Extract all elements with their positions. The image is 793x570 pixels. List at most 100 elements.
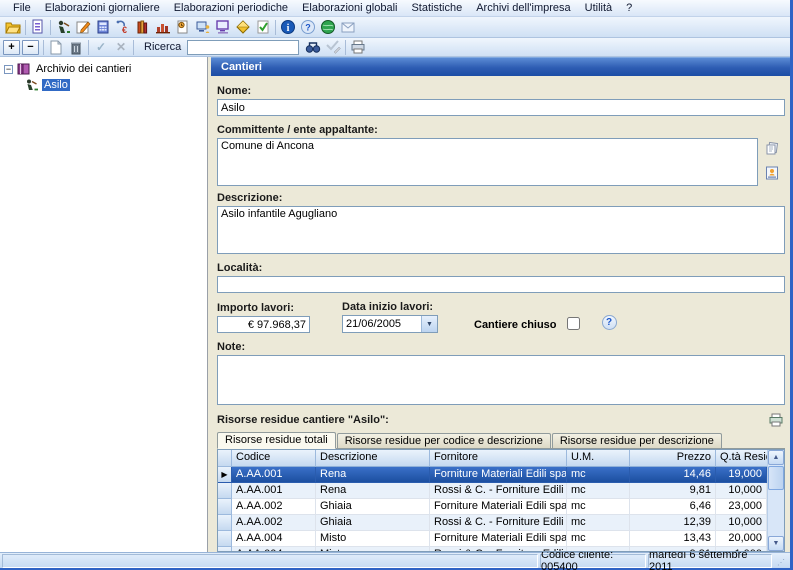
edit-icon[interactable]: [73, 18, 93, 36]
table-cell: Misto: [316, 531, 430, 547]
books-icon[interactable]: [133, 18, 153, 36]
table-cell: Rena: [316, 483, 430, 499]
bar-chart-icon[interactable]: [153, 18, 173, 36]
cancel-icon[interactable]: ✕: [111, 38, 131, 56]
importo-label: Importo lavori:: [217, 302, 310, 314]
col-prezzo[interactable]: Prezzo: [630, 450, 716, 467]
table-cell: 10,000: [716, 515, 767, 531]
add-button[interactable]: +: [3, 40, 20, 55]
menu-file[interactable]: File: [6, 1, 38, 15]
collapse-icon[interactable]: −: [4, 65, 13, 74]
descrizione-textarea[interactable]: Asilo infantile Agugliano: [217, 206, 785, 254]
header-indicator-cell: [218, 450, 232, 467]
resources-table-body: ▶A.AA.001RenaForniture Materiali Edili s…: [218, 467, 767, 551]
note-textarea[interactable]: [217, 355, 785, 405]
clock-document-icon[interactable]: [173, 18, 193, 36]
menu-elaborazioni-globali[interactable]: Elaborazioni globali: [295, 1, 404, 15]
scroll-up-icon[interactable]: ▲: [768, 450, 784, 465]
menu-utilita[interactable]: Utilità: [578, 1, 620, 15]
new-record-icon[interactable]: [46, 38, 66, 56]
find-binoculars-icon[interactable]: [303, 38, 323, 56]
table-row[interactable]: A.AA.001RenaRossi & C. - Forniture Edili…: [218, 483, 767, 499]
table-cell: 13,43: [630, 531, 716, 547]
data-inizio-combo[interactable]: 21/06/2005 ▼: [342, 315, 438, 333]
table-row[interactable]: A.AA.002GhiaiaRossi & C. - Forniture Edi…: [218, 515, 767, 531]
table-cell: 14,46: [630, 467, 716, 483]
table-cell: 10,000: [716, 483, 767, 499]
table-cell: 6,46: [630, 499, 716, 515]
committente-textarea[interactable]: Comune di Ancona: [217, 138, 758, 186]
table-row[interactable]: ▶A.AA.001RenaForniture Materiali Edili s…: [218, 467, 767, 483]
row-indicator: [218, 499, 232, 515]
row-indicator: [218, 483, 232, 499]
diamond-icon[interactable]: [233, 18, 253, 36]
document-icon[interactable]: [28, 18, 48, 36]
row-indicator: [218, 547, 232, 551]
tab-risorse-codice-descrizione[interactable]: Risorse residue per codice e descrizione: [337, 433, 551, 448]
tab-risorse-descrizione[interactable]: Risorse residue per descrizione: [552, 433, 722, 448]
table-cell: mc: [567, 515, 630, 531]
col-um[interactable]: U.M.: [567, 450, 630, 467]
statusbar-date: martedì 6 settembre 2011: [648, 554, 772, 568]
tree-root-label: Archivio dei cantieri: [34, 63, 133, 75]
col-qta-residua[interactable]: Q.tà Residua: [716, 450, 767, 467]
scroll-down-icon[interactable]: ▼: [768, 536, 784, 551]
worker-icon[interactable]: [53, 18, 73, 36]
tab-risorse-totali[interactable]: Risorse residue totali: [217, 432, 336, 449]
mail-icon[interactable]: [338, 18, 358, 36]
menu-statistiche[interactable]: Statistiche: [404, 1, 469, 15]
tree-item-asilo[interactable]: Asilo: [2, 77, 205, 93]
print-resources-icon[interactable]: [767, 411, 785, 429]
filter-edit-icon[interactable]: [323, 38, 343, 56]
nome-label: Nome:: [217, 85, 785, 97]
search-input[interactable]: [187, 40, 299, 55]
menu-help[interactable]: ?: [619, 1, 639, 15]
table-row[interactable]: A.AA.004MistoRossi & C. - Forniture Edil…: [218, 547, 767, 551]
contact-card-icon[interactable]: [763, 164, 781, 182]
data-inizio-group: Data inizio lavori: 21/06/2005 ▼: [342, 301, 438, 333]
scroll-thumb[interactable]: [768, 466, 784, 490]
table-cell: Forniture Materiali Edili spa: [430, 467, 567, 483]
table-cell: 9,81: [630, 547, 716, 551]
col-codice[interactable]: Codice: [232, 450, 316, 467]
svg-text:i: i: [287, 23, 290, 34]
table-row[interactable]: A.AA.004MistoForniture Materiali Edili s…: [218, 531, 767, 547]
menu-elaborazioni-giornaliere[interactable]: Elaborazioni giornaliere: [38, 1, 167, 15]
row-indicator: ▶: [218, 467, 232, 483]
field-help-icon[interactable]: ?: [602, 315, 617, 330]
globe-icon[interactable]: [318, 18, 338, 36]
monitor-icon[interactable]: [213, 18, 233, 36]
menu-archivi-impresa[interactable]: Archivi dell'impresa: [469, 1, 577, 15]
tree-root-archivio-cantieri[interactable]: − Archivio dei cantieri: [2, 61, 205, 77]
table-cell: A.AA.004: [232, 531, 316, 547]
info-icon[interactable]: i: [278, 18, 298, 36]
cantiere-chiuso-checkbox[interactable]: [567, 317, 580, 330]
col-fornitore[interactable]: Fornitore: [430, 450, 567, 467]
importo-input[interactable]: [217, 316, 310, 333]
descrizione-group: Descrizione: Asilo infantile Agugliano: [217, 192, 785, 254]
table-cell: A.AA.004: [232, 547, 316, 551]
chevron-down-icon[interactable]: ▼: [421, 316, 437, 332]
calculator-icon[interactable]: [93, 18, 113, 36]
resize-grip[interactable]: ⋰: [774, 554, 788, 568]
menu-elaborazioni-periodiche[interactable]: Elaborazioni periodiche: [167, 1, 295, 15]
table-cell: 20,000: [716, 531, 767, 547]
open-folder-icon[interactable]: [3, 18, 23, 36]
resources-header: Risorse residue cantiere "Asilo":: [217, 411, 785, 429]
remove-button[interactable]: −: [22, 40, 39, 55]
nome-input[interactable]: [217, 99, 785, 116]
computer-user-icon[interactable]: [193, 18, 213, 36]
address-book-icon[interactable]: [763, 140, 781, 158]
delete-trash-icon[interactable]: [66, 38, 86, 56]
table-scrollbar[interactable]: ▲ ▼: [767, 450, 784, 551]
localita-input[interactable]: [217, 276, 785, 293]
phone-euro-icon[interactable]: €: [113, 18, 133, 36]
checklist-icon[interactable]: [253, 18, 273, 36]
table-row[interactable]: A.AA.002GhiaiaForniture Materiali Edili …: [218, 499, 767, 515]
col-descrizione[interactable]: Descrizione: [316, 450, 430, 467]
confirm-icon[interactable]: ✓: [91, 38, 111, 56]
resources-table: Codice Descrizione Fornitore U.M. Prezzo…: [217, 449, 785, 552]
help-icon[interactable]: ?: [298, 18, 318, 36]
archive-book-icon: [16, 62, 31, 76]
print-icon[interactable]: [348, 38, 368, 56]
